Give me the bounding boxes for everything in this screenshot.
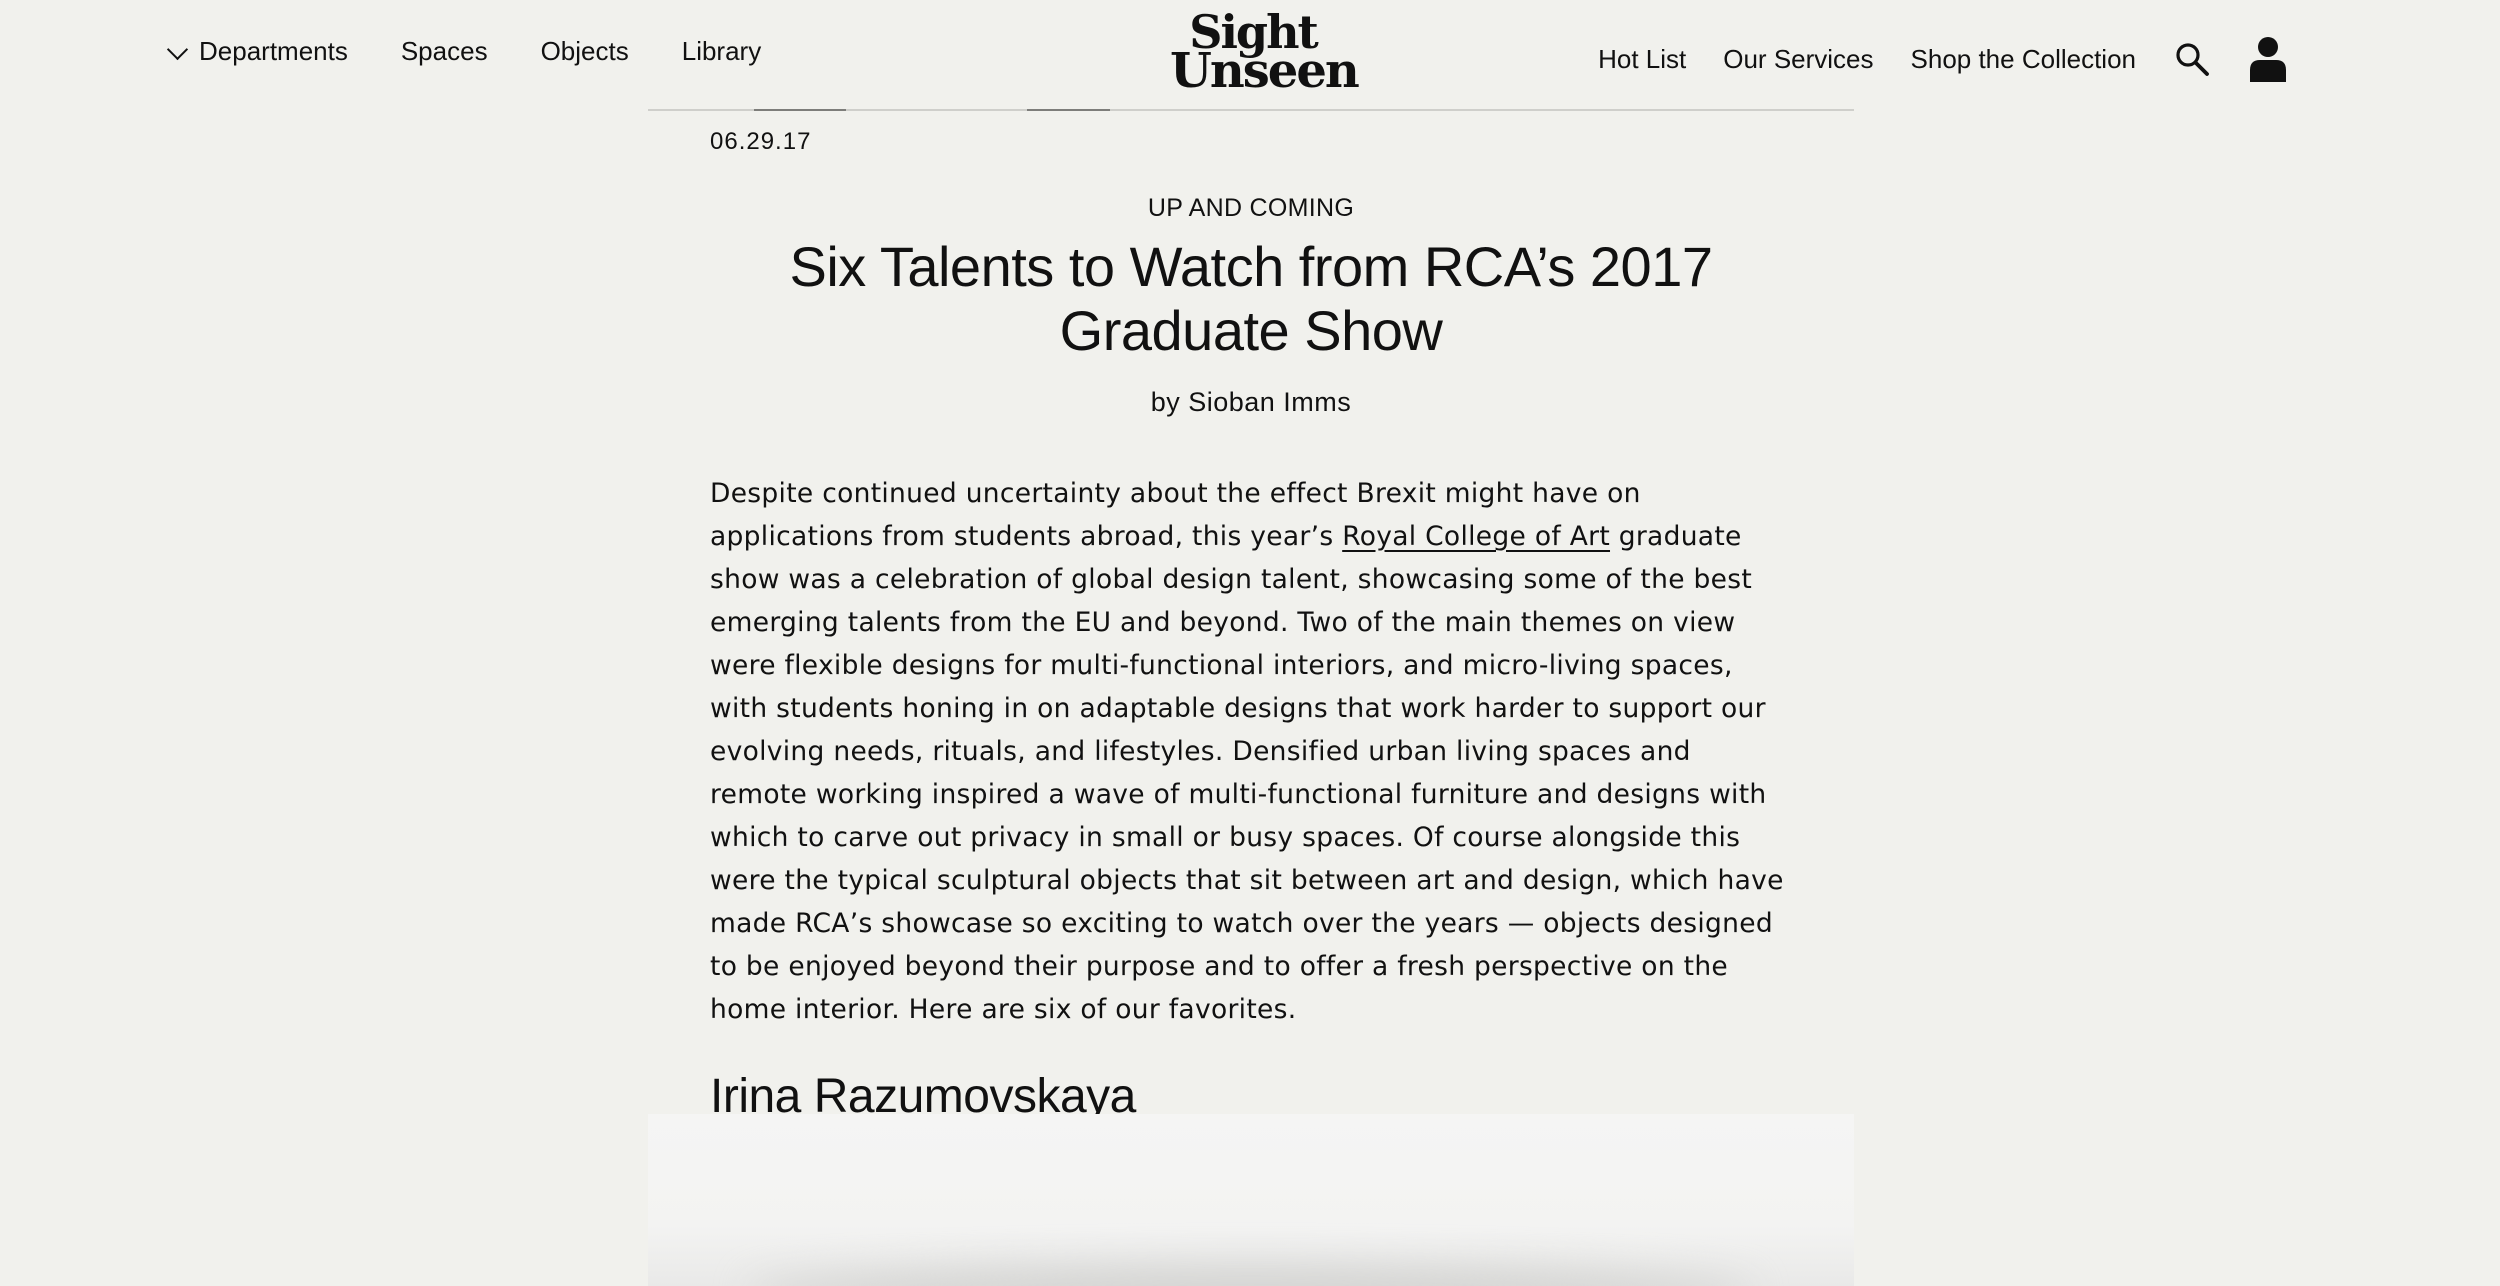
article-category: UP AND COMING (1147, 194, 1355, 222)
intro-text-end: graduate show was a celebration of globa… (710, 521, 1784, 1025)
article-title: Six Talents to Watch from RCA’s 2017 Gra… (789, 235, 1713, 362)
account-button[interactable] (2248, 36, 2288, 82)
nav-link-library[interactable]: Library (682, 36, 761, 67)
search-button[interactable] (2174, 41, 2210, 77)
departments-label: Departments (199, 36, 348, 66)
royal-college-of-art-link[interactable]: Royal College of Art (1342, 521, 1610, 552)
nav-link-hot-list[interactable]: Hot List (1598, 44, 1686, 75)
chevron-down-icon (166, 38, 189, 60)
article-intro: Despite continued uncertainty about the … (710, 472, 1792, 1031)
nav-link-our-services[interactable]: Our Services (1723, 44, 1873, 75)
nav-link-shop-the-collection[interactable]: Shop the Collection (1911, 44, 2136, 75)
site-header: Departments Spaces Objects Library Sight… (0, 0, 2500, 110)
nav-link-objects[interactable]: Objects (541, 36, 629, 67)
primary-nav: Departments Spaces Objects Library (166, 36, 814, 67)
progress-segment (1027, 109, 1110, 111)
image-shadow (748, 1266, 1754, 1286)
article-date: 06.29.17 (710, 128, 812, 155)
departments-menu[interactable]: Departments (166, 36, 348, 67)
article-byline: by Sioban Imms (1150, 387, 1352, 417)
site-logo[interactable]: Sight Unseen (1170, 9, 1360, 99)
article: 06.29.17 UP AND COMING Six Talents to Wa… (710, 128, 1792, 1164)
nav-link-spaces[interactable]: Spaces (401, 36, 488, 67)
user-icon (2250, 37, 2286, 82)
progress-segment (754, 109, 846, 111)
logo-line-2: Unseen (1170, 42, 1360, 99)
secondary-nav: Hot List Our Services Shop the Collectio… (1561, 36, 2288, 82)
search-icon (2176, 43, 2209, 76)
article-image (648, 1114, 1854, 1286)
